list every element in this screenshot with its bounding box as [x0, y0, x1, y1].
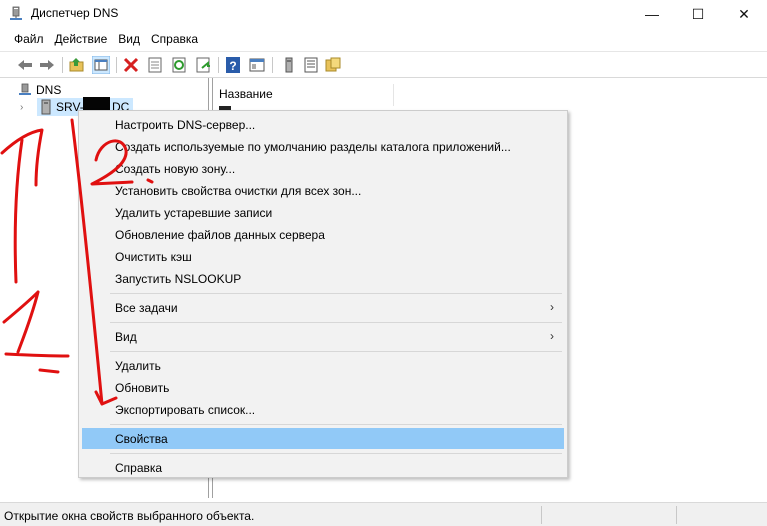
window-title: Диспетчер DNS [31, 6, 119, 20]
svg-text:?: ? [229, 59, 236, 73]
toolbar-separator [218, 57, 219, 73]
menu-file[interactable]: Файл [14, 32, 44, 46]
dns-root-icon [19, 83, 31, 95]
context-menu-item[interactable]: Справка [82, 457, 564, 478]
context-menu-item[interactable]: Обновление файлов данных сервера [82, 224, 564, 245]
context-menu: Настроить DNS-сервер... Создать используе… [78, 110, 568, 478]
expand-arrow-icon[interactable]: › [20, 102, 30, 113]
tree-item-dns[interactable]: DNS [18, 83, 61, 97]
forward-icon[interactable] [38, 56, 56, 74]
context-menu-item-label: Справка [115, 461, 163, 475]
context-menu-item[interactable]: Настроить DNS-сервер... [82, 114, 564, 135]
context-menu-item[interactable]: Вид › [82, 326, 564, 347]
status-bar: Открытие окна свойств выбранного объекта… [0, 502, 767, 526]
context-menu-item-label: Настроить DNS-сервер... [115, 118, 256, 132]
minimize-button[interactable]: — [629, 0, 675, 28]
delete-icon[interactable] [122, 56, 140, 74]
up-folder-icon[interactable] [68, 56, 86, 74]
submenu-arrow-icon: › [550, 300, 554, 314]
context-menu-item[interactable]: Установить свойства очистки для всех зон… [82, 180, 564, 201]
menu-separator [110, 453, 562, 454]
list-icon[interactable] [302, 56, 320, 74]
context-menu-item-label: Удалить [115, 359, 161, 373]
help-icon[interactable]: ? [224, 56, 242, 74]
menu-separator [110, 293, 562, 294]
toolbar: ? [0, 51, 767, 78]
toolbar-separator [116, 57, 117, 73]
column-divider[interactable] [393, 84, 394, 106]
server-node-icon [41, 99, 51, 115]
context-menu-item-label: Все задачи [115, 301, 178, 315]
show-hide-tree-icon[interactable] [92, 56, 110, 74]
context-menu-item-label: Очистить кэш [115, 250, 192, 264]
refresh-icon[interactable] [170, 56, 188, 74]
server-icon[interactable] [280, 56, 298, 74]
menu-separator [110, 424, 562, 425]
context-menu-item[interactable]: Запустить NSLOOKUP [82, 268, 564, 289]
context-menu-item-label: Создать используемые по умолчанию раздел… [115, 140, 511, 154]
tree-root-label: DNS [36, 83, 62, 97]
context-menu-item[interactable]: Очистить кэш [82, 246, 564, 267]
menu-separator [110, 351, 562, 352]
context-menu-item[interactable]: Свойства [82, 428, 564, 449]
context-menu-item-label: Экспортировать список... [115, 403, 256, 417]
menu-separator [110, 322, 562, 323]
context-menu-item-label: Вид [115, 330, 137, 344]
context-menu-item[interactable]: Удалить устаревшие записи [82, 202, 564, 223]
menu-bar: Файл Действие Вид Справка [0, 28, 767, 50]
folder-icon[interactable] [324, 56, 342, 74]
context-menu-item[interactable]: Удалить [82, 355, 564, 376]
context-menu-item[interactable]: Все задачи › [82, 297, 564, 318]
toolbar-separator [62, 57, 63, 73]
context-menu-item[interactable]: Создать новую зону... [82, 158, 564, 179]
context-menu-item[interactable]: Создать используемые по умолчанию раздел… [82, 136, 564, 157]
export-icon[interactable] [194, 56, 212, 74]
context-menu-item-label: Удалить устаревшие записи [115, 206, 273, 220]
toolbar-separator [272, 57, 273, 73]
context-menu-item-label: Обновить [115, 381, 170, 395]
context-menu-item-label: Запустить NSLOOKUP [115, 272, 242, 286]
context-menu-item[interactable]: Обновить [82, 377, 564, 398]
context-menu-item-label: Установить свойства очистки для всех зон… [115, 184, 362, 198]
menu-view[interactable]: Вид [118, 32, 140, 46]
context-menu-item-label: Создать новую зону... [115, 162, 236, 176]
context-menu-item-label: Свойства [115, 432, 168, 446]
status-text: Открытие окна свойств выбранного объекта… [4, 509, 255, 523]
dns-app-icon [10, 6, 22, 20]
title-bar: Диспетчер DNS — ☐ ✕ [0, 0, 767, 28]
snapin-icon[interactable] [248, 56, 266, 74]
back-icon[interactable] [16, 56, 34, 74]
close-button[interactable]: ✕ [721, 0, 767, 28]
context-menu-item-label: Обновление файлов данных сервера [115, 228, 325, 242]
properties-icon[interactable] [146, 56, 164, 74]
menu-action[interactable]: Действие [55, 32, 108, 46]
status-separator [676, 506, 677, 524]
context-menu-item[interactable]: Экспортировать список... [82, 399, 564, 420]
submenu-arrow-icon: › [550, 329, 554, 343]
menu-help[interactable]: Справка [151, 32, 198, 46]
maximize-button[interactable]: ☐ [675, 0, 721, 28]
column-header-name[interactable]: Название [219, 87, 273, 101]
status-separator [541, 506, 542, 524]
